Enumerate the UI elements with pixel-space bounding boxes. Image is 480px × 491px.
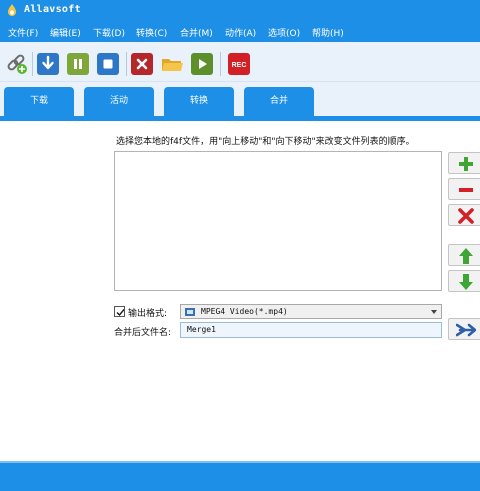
start-merge-button[interactable] xyxy=(448,318,480,340)
tab-bar: 下载 活动 转换 合并 xyxy=(0,82,480,118)
paste-link-button[interactable] xyxy=(6,53,28,75)
clear-icon xyxy=(458,208,474,224)
video-format-icon xyxy=(185,308,195,316)
checkmark-icon xyxy=(116,309,125,317)
move-up-icon xyxy=(459,248,473,264)
menu-download[interactable]: 下载(D) xyxy=(93,26,125,39)
menu-options[interactable]: 选项(O) xyxy=(268,26,300,39)
menu-file[interactable]: 文件(F) xyxy=(8,26,38,39)
add-icon xyxy=(459,157,473,171)
merged-name-input[interactable]: Merge1 xyxy=(180,322,442,338)
output-format-value: MPEG4 Video(*.mp4) xyxy=(201,307,288,316)
toolbar-separator xyxy=(126,52,127,76)
start-button[interactable] xyxy=(191,53,213,75)
pause-icon xyxy=(74,59,82,69)
download-button[interactable] xyxy=(37,53,59,75)
clear-list-button[interactable] xyxy=(448,204,480,226)
title-bar: Allavsoft xyxy=(0,0,480,22)
status-bar xyxy=(0,461,480,491)
merge-arrow-icon xyxy=(456,323,476,337)
toolbar-separator xyxy=(220,52,221,76)
merge-file-list[interactable] xyxy=(114,151,442,291)
delete-icon xyxy=(136,58,148,70)
remove-file-button[interactable] xyxy=(448,178,480,200)
open-folder-button[interactable] xyxy=(161,53,183,75)
menu-help[interactable]: 帮助(H) xyxy=(312,26,344,39)
stop-icon xyxy=(103,59,113,69)
output-format-label: 输出格式: xyxy=(128,309,168,319)
menu-merge[interactable]: 合并(M) xyxy=(180,26,213,39)
pause-button[interactable] xyxy=(67,53,89,75)
record-label: REC xyxy=(232,62,247,69)
link-add-icon xyxy=(7,54,27,74)
delete-button[interactable] xyxy=(131,53,153,75)
app-logo-icon xyxy=(8,4,16,16)
menu-action[interactable]: 动作(A) xyxy=(225,26,256,39)
toolbar-separator xyxy=(32,52,33,76)
move-down-icon xyxy=(459,274,473,290)
play-icon xyxy=(199,59,207,69)
output-format-checkbox[interactable] xyxy=(114,306,125,317)
remove-icon xyxy=(459,188,473,192)
window-title: Allavsoft xyxy=(24,4,81,15)
toolbar: REC xyxy=(0,42,480,82)
menu-bar: 文件(F) 编辑(E) 下载(D) 转换(C) 合并(M) 动作(A) 选项(O… xyxy=(0,22,480,42)
chevron-down-icon xyxy=(431,310,437,314)
add-file-button[interactable] xyxy=(448,152,480,174)
move-down-button[interactable] xyxy=(448,270,480,292)
merged-name-label: 合并后文件名: xyxy=(114,328,172,338)
record-icon: REC xyxy=(232,62,247,69)
record-button[interactable]: REC xyxy=(228,53,250,75)
menu-edit[interactable]: 编辑(E) xyxy=(50,26,81,39)
merge-hint: 选择您本地的f4f文件，用"向上移动"和"向下移动"来改变文件列表的顺序。 xyxy=(116,137,415,147)
tab-merge[interactable]: 合并 xyxy=(244,87,314,118)
download-icon xyxy=(42,55,54,70)
tab-activity[interactable]: 活动 xyxy=(84,87,154,118)
stop-button[interactable] xyxy=(97,53,119,75)
tab-download[interactable]: 下载 xyxy=(4,87,74,118)
output-format-select[interactable]: MPEG4 Video(*.mp4) xyxy=(180,304,442,319)
move-up-button[interactable] xyxy=(448,244,480,266)
folder-icon xyxy=(162,59,183,71)
menu-convert[interactable]: 转换(C) xyxy=(136,26,167,39)
tab-convert[interactable]: 转换 xyxy=(164,87,234,118)
